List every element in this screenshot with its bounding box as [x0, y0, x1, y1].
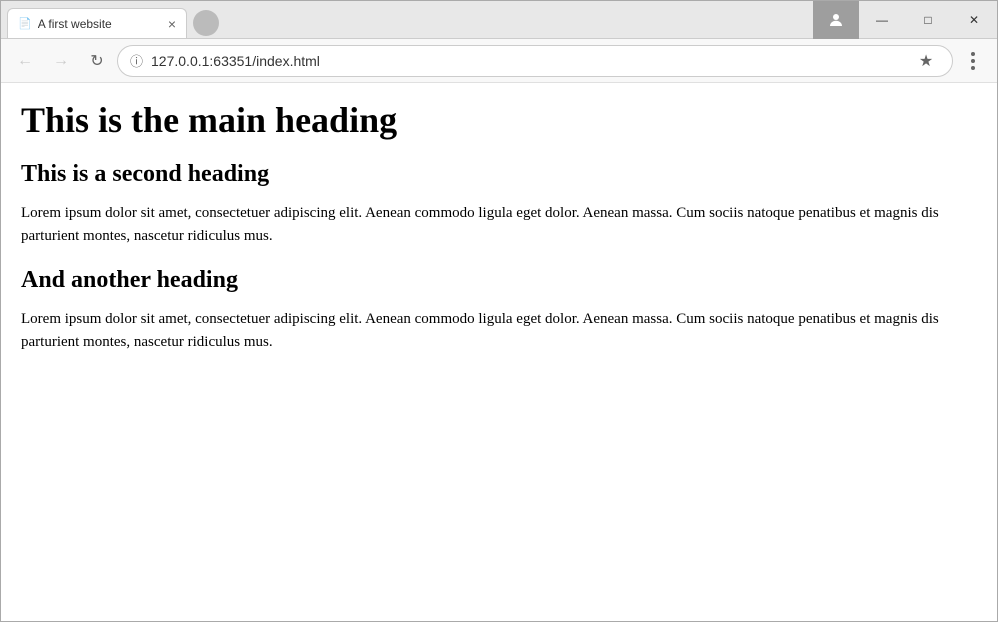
- first-paragraph: Lorem ipsum dolor sit amet, consectetuer…: [21, 202, 977, 247]
- title-bar: 📄 A first website × — □ ✕: [1, 1, 997, 39]
- maximize-button[interactable]: □: [905, 1, 951, 39]
- forward-button[interactable]: →: [45, 45, 77, 77]
- close-button[interactable]: ✕: [951, 1, 997, 39]
- minimize-button[interactable]: —: [859, 1, 905, 39]
- reload-button[interactable]: ↻: [81, 45, 113, 77]
- tab-page-icon: 📄: [18, 17, 32, 30]
- nav-bar: ← → ↻ ⓘ 127.0.0.1:63351/index.html ★: [1, 39, 997, 83]
- url-text: 127.0.0.1:63351/index.html: [151, 53, 904, 69]
- second-heading: This is a second heading: [21, 161, 977, 188]
- back-button[interactable]: ←: [9, 45, 41, 77]
- address-bar[interactable]: ⓘ 127.0.0.1:63351/index.html ★: [117, 45, 953, 77]
- main-heading: This is the main heading: [21, 99, 977, 141]
- tab-close-button[interactable]: ×: [166, 14, 178, 34]
- page-content: This is the main heading This is a secon…: [1, 83, 997, 621]
- tab-title: A first website: [38, 17, 160, 31]
- tab-bar: 📄 A first website ×: [1, 2, 219, 38]
- window-controls: — □ ✕: [859, 1, 997, 39]
- third-heading: And another heading: [21, 267, 977, 294]
- browser-window: 📄 A first website × — □ ✕ ← → ↻: [0, 0, 998, 622]
- active-tab[interactable]: 📄 A first website ×: [7, 8, 187, 38]
- profile-area: [813, 1, 859, 39]
- more-options-button[interactable]: [957, 45, 989, 77]
- second-paragraph: Lorem ipsum dolor sit amet, consectetuer…: [21, 308, 977, 353]
- three-dots-icon: [971, 52, 975, 70]
- security-icon: ⓘ: [130, 51, 143, 70]
- bookmark-button[interactable]: ★: [912, 47, 940, 75]
- profile-icon[interactable]: [824, 8, 848, 32]
- new-tab-button[interactable]: [193, 10, 219, 36]
